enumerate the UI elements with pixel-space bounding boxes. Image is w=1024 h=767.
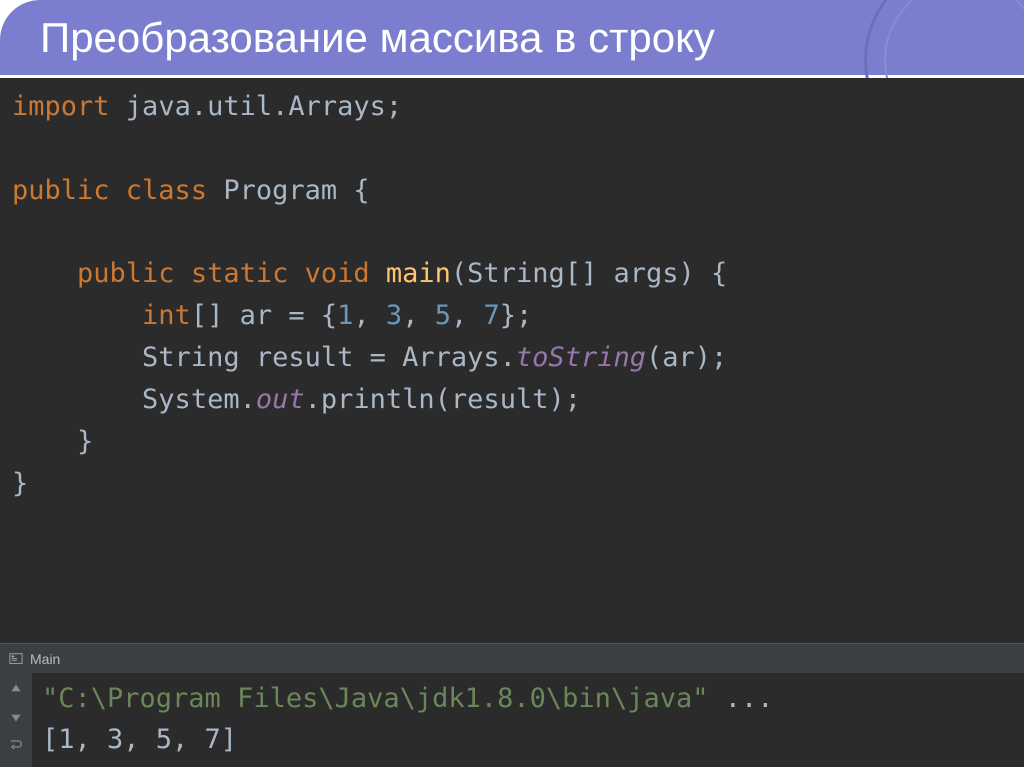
code-line-9: }	[12, 421, 1012, 463]
console-panel: "C:\Program Files\Java\jdk1.8.0\bin\java…	[0, 673, 1024, 767]
run-tab-label[interactable]: Main	[30, 651, 60, 667]
scroll-down-icon[interactable]	[6, 707, 26, 727]
code-editor[interactable]: import java.util.Arrays; public class Pr…	[0, 78, 1024, 643]
code-line-4	[12, 212, 1012, 254]
code-line-6: int[] ar = {1, 3, 5, 7};	[12, 295, 1012, 337]
console-line-1: "C:\Program Files\Java\jdk1.8.0\bin\java…	[42, 679, 1014, 720]
run-config-icon[interactable]	[8, 651, 24, 667]
code-line-1: import java.util.Arrays;	[12, 86, 1012, 128]
code-line-3: public class Program {	[12, 170, 1012, 212]
scroll-up-icon[interactable]	[6, 679, 26, 699]
code-line-2	[12, 128, 1012, 170]
console-gutter	[0, 673, 32, 767]
code-line-8: System.out.println(result);	[12, 379, 1012, 421]
slide-title-bar: Преобразование массива в строку	[0, 0, 1024, 78]
slide-title: Преобразование массива в строку	[40, 14, 715, 62]
console-line-2: [1, 3, 5, 7]	[42, 720, 1014, 761]
run-tab-bar: Main	[0, 643, 1024, 673]
code-line-7: String result = Arrays.toString(ar);	[12, 337, 1012, 379]
console-output[interactable]: "C:\Program Files\Java\jdk1.8.0\bin\java…	[32, 673, 1024, 767]
code-line-5: public static void main(String[] args) {	[12, 253, 1012, 295]
code-line-10: }	[12, 463, 1012, 505]
soft-wrap-icon[interactable]	[6, 735, 26, 755]
